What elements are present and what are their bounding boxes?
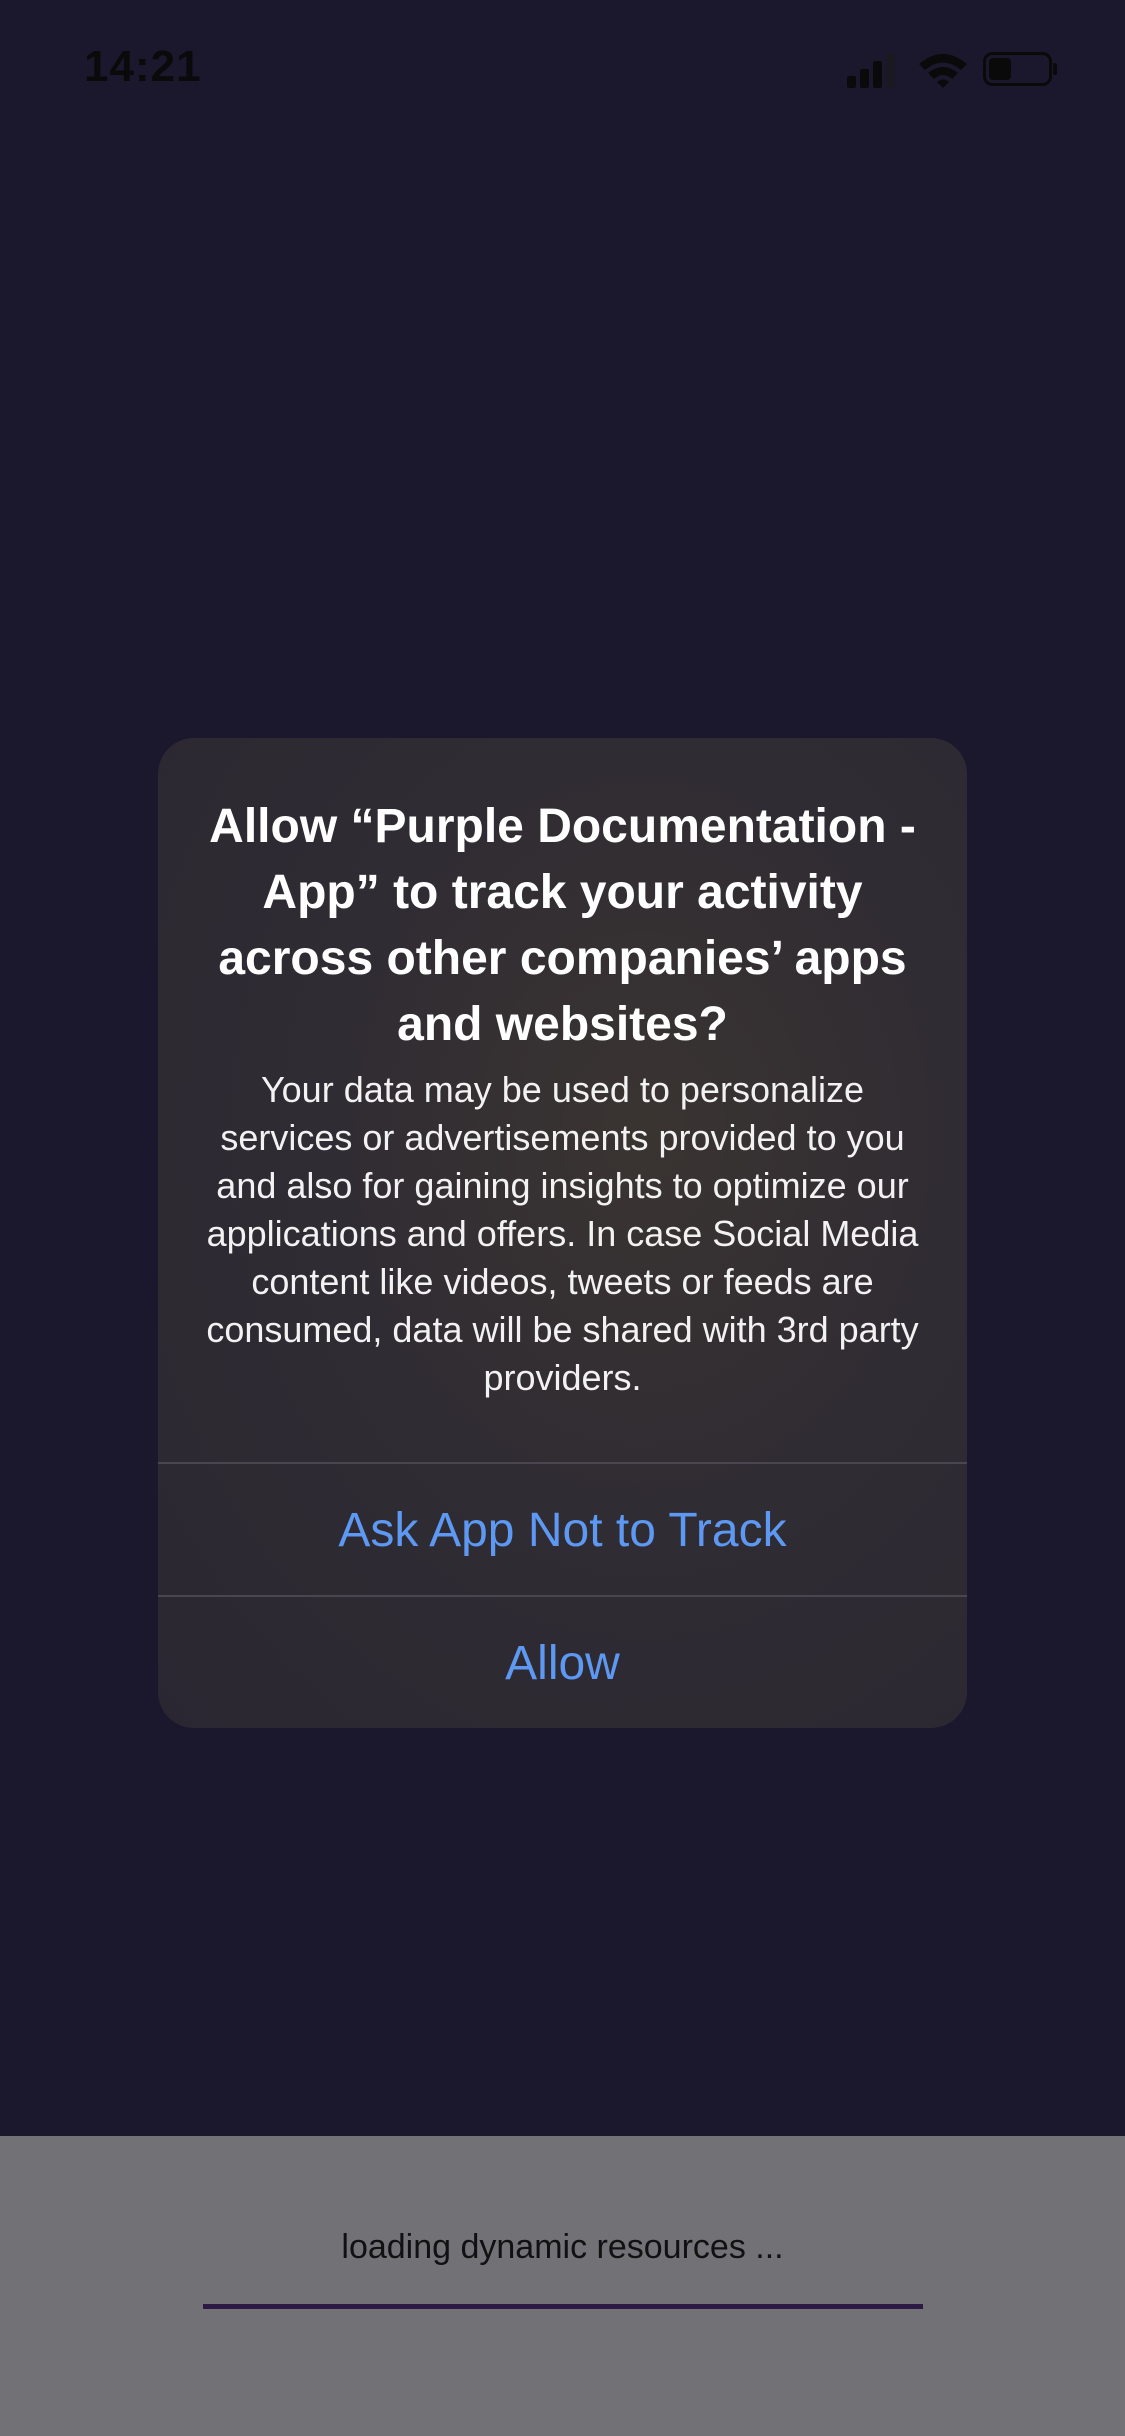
loading-progress-bar xyxy=(203,2304,923,2309)
tracking-permission-dialog: Allow “Purple Documentation - App” to tr… xyxy=(158,738,967,1728)
dialog-divider xyxy=(158,1595,967,1597)
allow-button[interactable]: Allow xyxy=(158,1598,967,1728)
dialog-divider xyxy=(158,1462,967,1464)
signal-icon xyxy=(847,53,895,88)
loading-text: loading dynamic resources ... xyxy=(341,2228,784,2266)
loading-panel: loading dynamic resources ... xyxy=(0,2136,1125,2436)
loading-progress-fill xyxy=(203,2304,923,2309)
ask-not-to-track-button[interactable]: Ask App Not to Track xyxy=(158,1465,967,1595)
dialog-title: Allow “Purple Documentation - App” to tr… xyxy=(209,800,916,1051)
status-bar: 14:21 xyxy=(0,0,1125,140)
dialog-message: Your data may be used to personalize ser… xyxy=(206,1069,919,1398)
battery-icon xyxy=(983,52,1057,86)
wifi-icon xyxy=(919,54,967,88)
status-time: 14:21 xyxy=(84,42,202,91)
status-icons xyxy=(845,50,1075,90)
